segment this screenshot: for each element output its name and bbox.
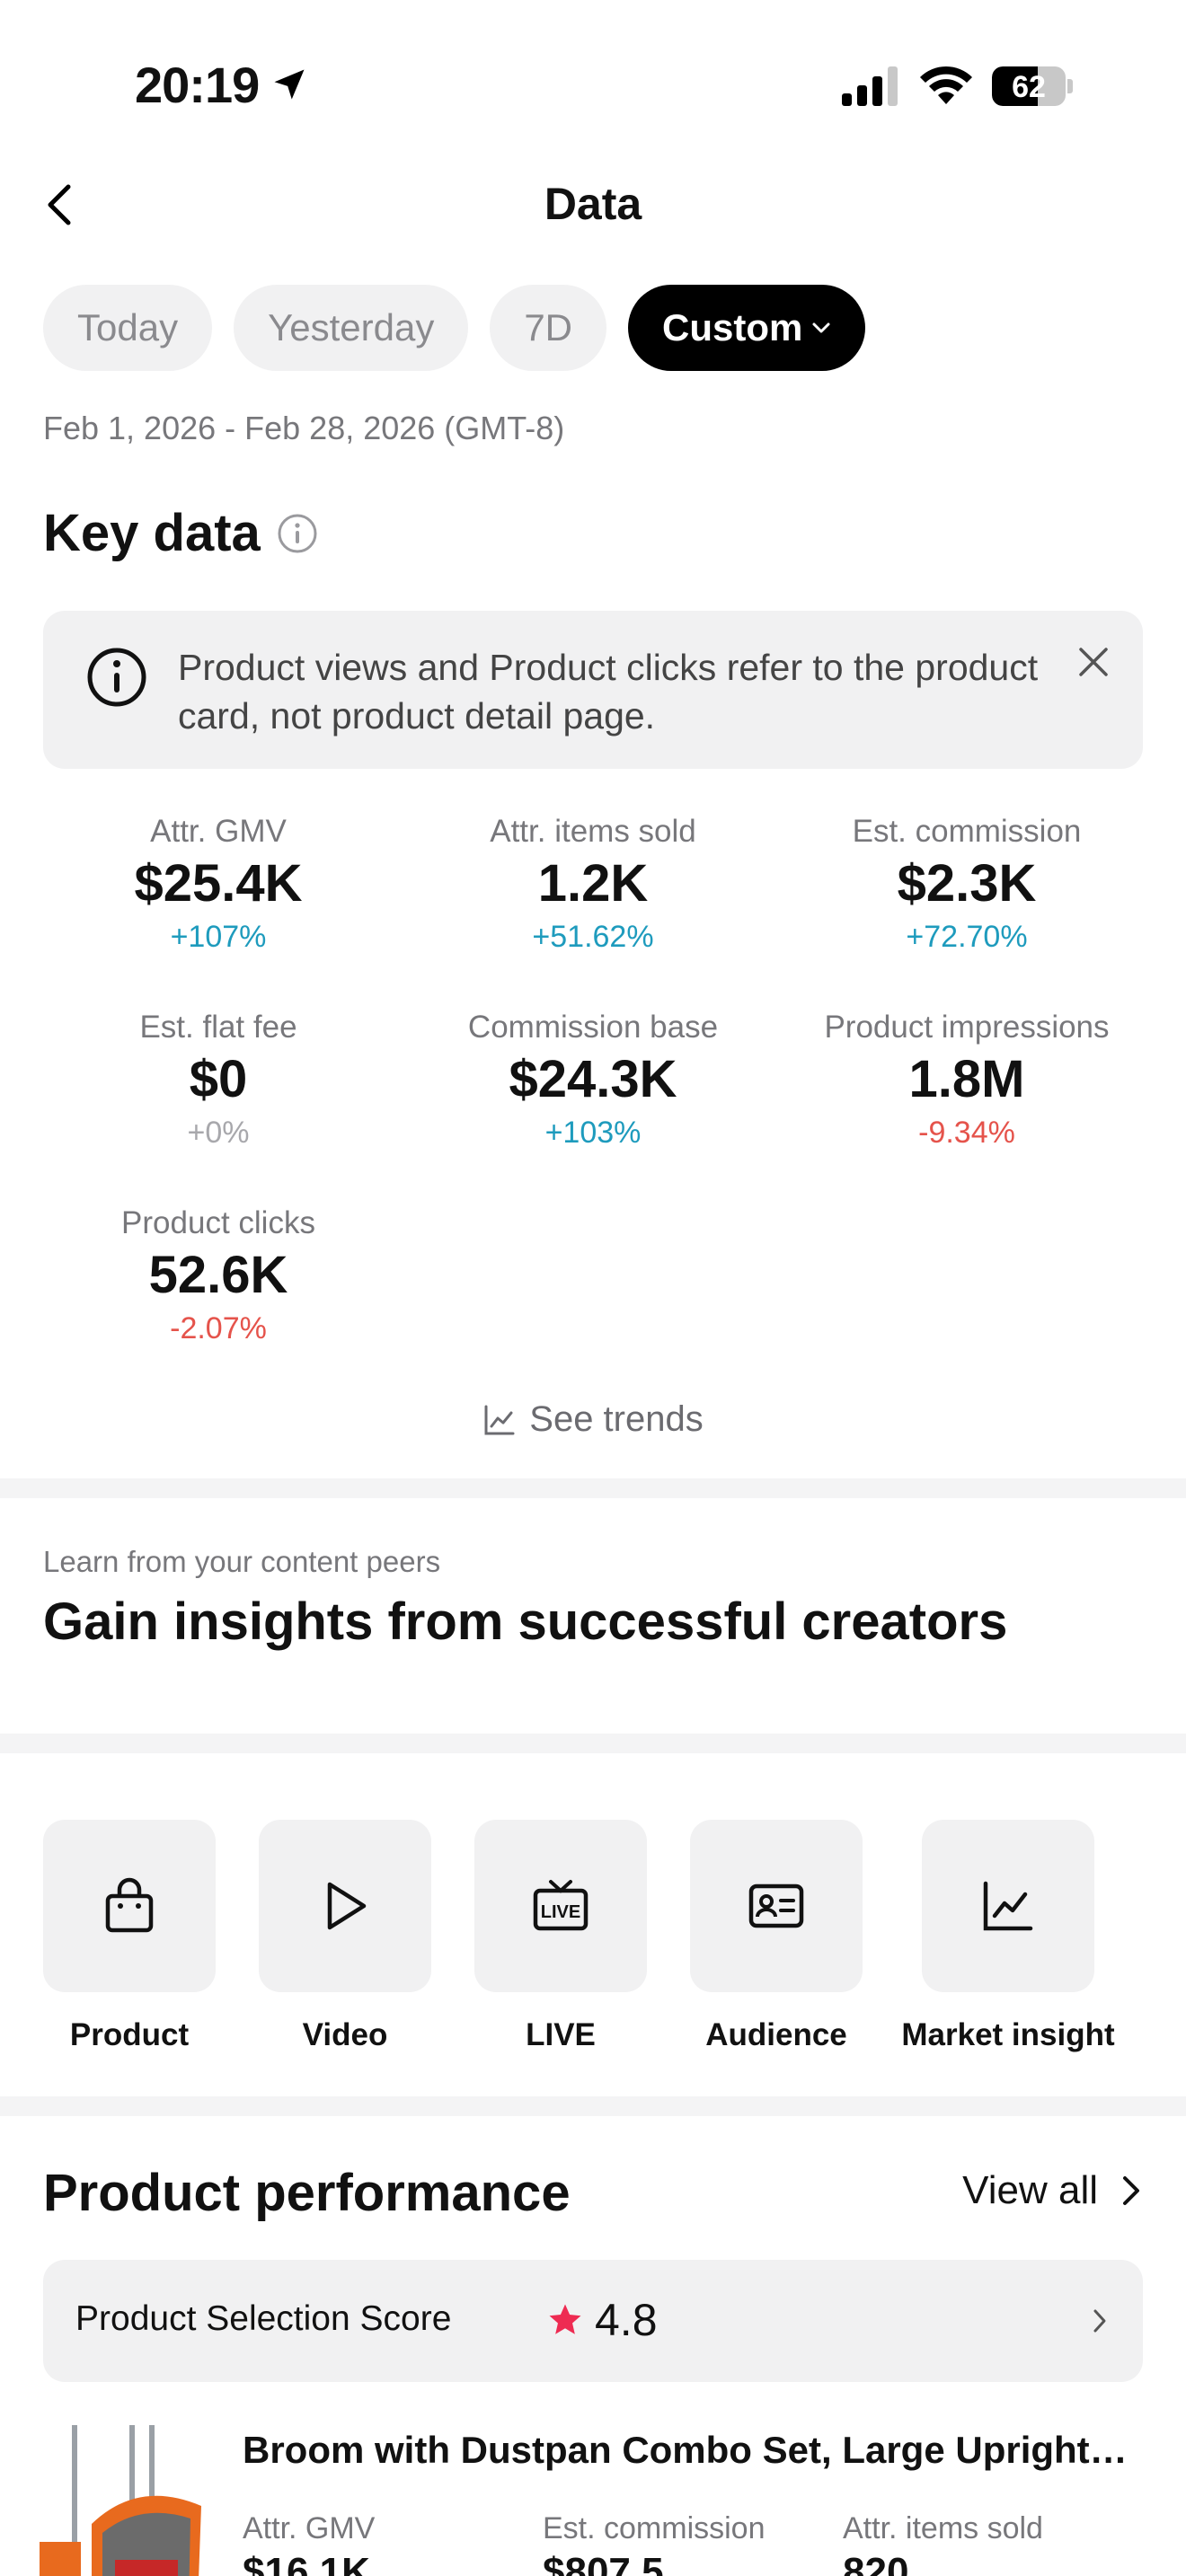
view-all-link[interactable]: View all bbox=[962, 2168, 1143, 2213]
metric-est-flat-fee[interactable]: Est. flat fee $0 +0% bbox=[30, 1008, 407, 1151]
shortcut-market-insight[interactable]: Market insight bbox=[901, 1820, 1115, 2052]
product-selection-score-row[interactable]: Product Selection Score 4.8 bbox=[43, 2260, 1143, 2382]
wifi-icon bbox=[920, 66, 972, 104]
date-filter-tabs: Today Yesterday 7D Custom bbox=[43, 285, 866, 371]
metric-product-clicks[interactable]: Product clicks 52.6K -2.07% bbox=[30, 1204, 407, 1347]
tab-today[interactable]: Today bbox=[43, 285, 213, 371]
location-arrow-icon bbox=[274, 69, 305, 100]
trend-chart-icon bbox=[484, 1405, 515, 1434]
chevron-down-icon bbox=[812, 322, 830, 333]
product-list-item[interactable]: Broom with Dustpan Combo Set, Large Upri… bbox=[0, 2416, 1186, 2576]
tab-custom[interactable]: Custom bbox=[628, 285, 866, 371]
score-label: Product Selection Score bbox=[75, 2299, 452, 2338]
shortcut-audience[interactable]: Audience bbox=[690, 1820, 863, 2052]
metric-attr-items-sold[interactable]: Attr. items sold 1.2K +51.62% bbox=[404, 812, 782, 956]
product-attr-items-sold: Attr. items sold 820 bbox=[843, 2511, 1043, 2576]
id-card-icon bbox=[748, 1883, 804, 1928]
close-icon[interactable] bbox=[1076, 645, 1111, 679]
status-bar: 20:19 62 bbox=[0, 0, 1186, 171]
section-divider bbox=[0, 2096, 1186, 2116]
cellular-signal-icon bbox=[842, 66, 898, 106]
info-notice: Product views and Product clicks refer t… bbox=[43, 611, 1143, 769]
product-name: Broom with Dustpan Combo Set, Large Upri… bbox=[243, 2429, 1132, 2471]
peers-subtitle: Learn from your content peers bbox=[43, 1545, 441, 1578]
page-title: Data bbox=[544, 179, 642, 229]
product-attr-gmv: Attr. GMV $16.1K bbox=[243, 2511, 376, 2576]
metric-attr-gmv[interactable]: Attr. GMV $25.4K +107% bbox=[30, 812, 407, 956]
shortcut-video[interactable]: Video bbox=[259, 1820, 431, 2052]
chevron-right-icon bbox=[1123, 2176, 1139, 2205]
peers-title[interactable]: Gain insights from successful creators bbox=[43, 1592, 1007, 1652]
play-icon bbox=[327, 1882, 367, 1930]
svg-text:LIVE: LIVE bbox=[541, 1902, 580, 1922]
live-tv-icon: LIVE bbox=[533, 1880, 589, 1931]
info-icon[interactable] bbox=[277, 513, 318, 554]
star-icon bbox=[549, 2304, 581, 2334]
notice-text: Product views and Product clicks refer t… bbox=[178, 647, 1039, 737]
metric-product-impressions[interactable]: Product impressions 1.8M -9.34% bbox=[778, 1008, 1155, 1151]
product-performance-title: Product performance bbox=[43, 2164, 571, 2222]
tab-7d[interactable]: 7D bbox=[490, 285, 607, 371]
analytics-shortcuts: Product Video LIVE LIVE Audience Market … bbox=[0, 1820, 1186, 2053]
date-range: Feb 1, 2026 - Feb 28, 2026 (GMT-8) bbox=[43, 410, 565, 446]
battery-indicator: 62 bbox=[992, 66, 1073, 106]
battery-percent: 62 bbox=[1012, 70, 1046, 104]
shortcut-live[interactable]: LIVE LIVE bbox=[474, 1820, 647, 2052]
product-est-commission: Est. commission $807.5 bbox=[543, 2511, 766, 2576]
tab-yesterday[interactable]: Yesterday bbox=[234, 285, 469, 371]
score-value: 4.8 bbox=[595, 2295, 658, 2345]
metric-est-commission[interactable]: Est. commission $2.3K +72.70% bbox=[778, 812, 1155, 956]
product-thumbnail bbox=[40, 2425, 216, 2576]
chevron-right-icon bbox=[1093, 2309, 1106, 2333]
shortcut-product[interactable]: Product bbox=[43, 1820, 216, 2052]
status-time: 20:19 bbox=[135, 57, 260, 113]
metric-commission-base[interactable]: Commission base $24.3K +103% bbox=[404, 1008, 782, 1151]
section-divider bbox=[0, 1478, 1186, 1498]
key-data-title: Key data bbox=[43, 503, 318, 563]
shopping-bag-icon bbox=[105, 1877, 154, 1933]
see-trends-link[interactable]: See trends bbox=[0, 1399, 1186, 1440]
info-circle-icon bbox=[87, 648, 146, 707]
section-divider bbox=[0, 1734, 1186, 1753]
line-chart-icon bbox=[983, 1881, 1033, 1931]
